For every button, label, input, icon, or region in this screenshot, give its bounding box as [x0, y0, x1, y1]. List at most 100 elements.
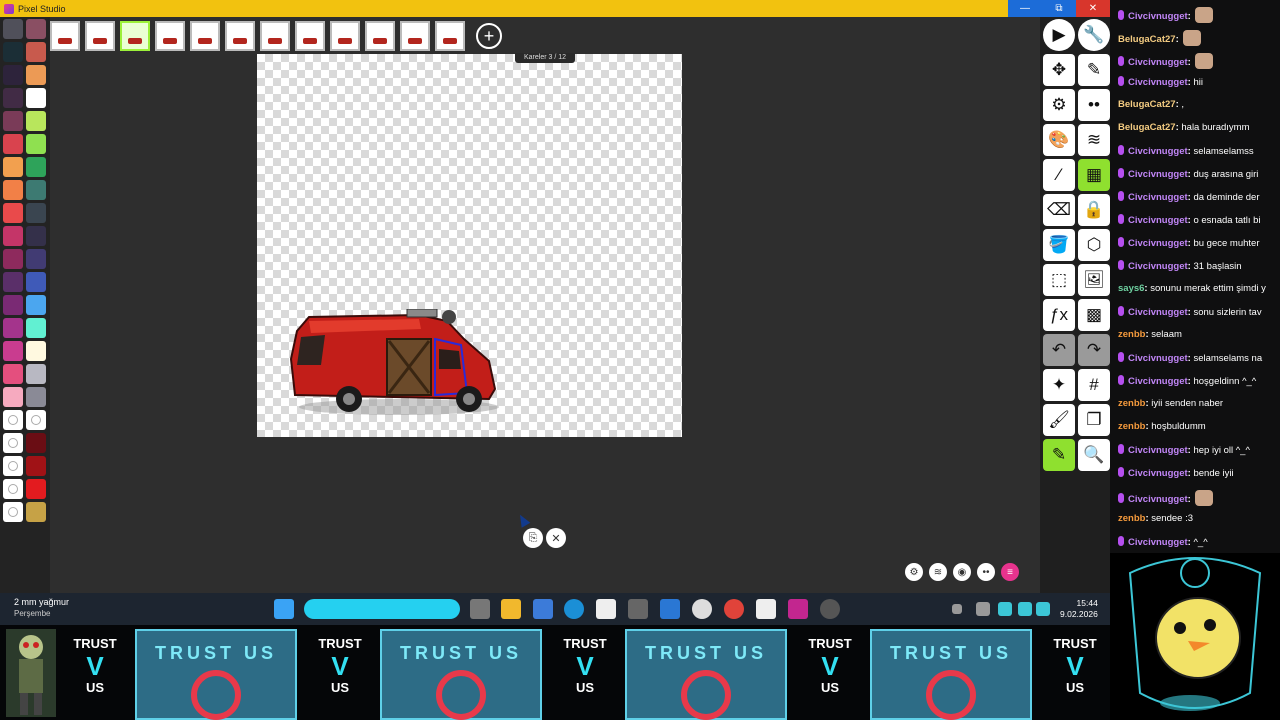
frame-thumbnail[interactable] — [365, 21, 395, 51]
image-icon[interactable]: 🖼 — [1078, 264, 1110, 296]
color-swatch[interactable] — [26, 111, 46, 131]
color-swatch[interactable] — [26, 42, 46, 62]
layers-icon[interactable]: ≋ — [1078, 124, 1110, 156]
color-swatch[interactable] — [3, 111, 23, 131]
color-swatch[interactable] — [26, 203, 46, 223]
notepad-icon[interactable] — [756, 599, 776, 619]
system-clock[interactable]: 15:44 9.02.2026 — [1060, 598, 1098, 620]
color-swatch[interactable] — [3, 387, 23, 407]
color-swatch[interactable] — [26, 157, 46, 177]
file-explorer-icon[interactable] — [501, 599, 521, 619]
chat-username[interactable]: Civcivnugget — [1128, 468, 1188, 479]
chat-username[interactable]: Civcivnugget — [1128, 238, 1188, 249]
film-icon[interactable]: ▦ — [1078, 159, 1110, 191]
frame-thumbnail[interactable] — [435, 21, 465, 51]
color-swatch[interactable] — [26, 387, 46, 407]
color-swatch[interactable] — [26, 180, 46, 200]
chat-username[interactable]: Civcivnugget — [1128, 353, 1188, 364]
visual-studio-icon[interactable] — [660, 599, 680, 619]
empty-swatch[interactable] — [3, 433, 23, 453]
wrench-icon[interactable]: 🔧 — [1078, 19, 1110, 51]
chat-username[interactable]: zenbb — [1118, 329, 1145, 340]
empty-swatch[interactable] — [3, 410, 23, 430]
chat-username[interactable]: BelugaCat27 — [1118, 34, 1176, 45]
eyedropper-icon[interactable]: ⁄ — [1043, 159, 1075, 191]
tray-app-icon[interactable] — [998, 602, 1012, 616]
undo-icon[interactable]: ↶ — [1043, 334, 1075, 366]
color-swatch[interactable] — [3, 272, 23, 292]
settings-small-icon[interactable]: ⚙ — [905, 563, 923, 581]
xbox-icon[interactable] — [692, 599, 712, 619]
layers-small-icon[interactable]: ≋ — [929, 563, 947, 581]
color-swatch[interactable] — [26, 19, 46, 39]
weather-widget[interactable]: 2 mm yağmur Perşembe — [14, 597, 69, 619]
redo-icon[interactable]: ↷ — [1078, 334, 1110, 366]
unity-icon[interactable] — [628, 599, 648, 619]
obs-icon[interactable] — [820, 599, 840, 619]
chat-username[interactable]: Civcivnugget — [1128, 445, 1188, 456]
paste-icon[interactable]: ⎘ — [523, 528, 543, 548]
chat-username[interactable]: Civcivnugget — [1128, 376, 1188, 387]
frame-thumbnail[interactable] — [400, 21, 430, 51]
color-swatch[interactable] — [3, 249, 23, 269]
chat-username[interactable]: BelugaCat27 — [1118, 122, 1176, 133]
more-small-icon[interactable]: •• — [977, 563, 995, 581]
chat-username[interactable]: Civcivnugget — [1128, 307, 1188, 318]
pen-icon[interactable]: ✎ — [1043, 439, 1075, 471]
volume-icon[interactable] — [1018, 602, 1032, 616]
empty-swatch[interactable] — [26, 410, 46, 430]
chat-username[interactable]: Civcivnugget — [1128, 537, 1188, 548]
menu-icon[interactable]: ≡ — [1001, 563, 1019, 581]
chat-username[interactable]: Civcivnugget — [1128, 146, 1188, 157]
color-swatch[interactable] — [3, 226, 23, 246]
eye-icon[interactable]: ◉ — [953, 563, 971, 581]
chat-username[interactable]: Civcivnugget — [1128, 494, 1188, 505]
more-icon[interactable]: •• — [1078, 89, 1110, 121]
bucket-lock-icon[interactable]: 🔒 — [1078, 194, 1110, 226]
windows-start-icon[interactable] — [274, 599, 294, 619]
drawing-canvas[interactable] — [257, 54, 682, 437]
dither-icon[interactable]: ▩ — [1078, 299, 1110, 331]
color-swatch[interactable] — [26, 249, 46, 269]
close-icon[interactable]: ✕ — [546, 528, 566, 548]
grid-icon[interactable]: # — [1078, 369, 1110, 401]
minimize-button[interactable]: — — [1008, 0, 1042, 17]
magic-wand-icon[interactable]: ✦ — [1043, 369, 1075, 401]
chat-username[interactable]: BelugaCat27 — [1118, 99, 1176, 110]
crop-icon[interactable]: ⬚ — [1043, 264, 1075, 296]
color-swatch[interactable] — [26, 226, 46, 246]
tray-chevron-icon[interactable] — [952, 604, 962, 614]
function-icon[interactable]: ƒx — [1043, 299, 1075, 331]
frame-thumbnail[interactable] — [260, 21, 290, 51]
color-swatch[interactable] — [26, 318, 46, 338]
chat-username[interactable]: Civcivnugget — [1128, 11, 1188, 22]
color-swatch[interactable] — [26, 456, 46, 476]
chat-username[interactable]: Civcivnugget — [1128, 57, 1188, 68]
pencil-icon[interactable]: ✎ — [1078, 54, 1110, 86]
task-view-icon[interactable] — [470, 599, 490, 619]
frame-thumbnail[interactable] — [50, 21, 80, 51]
frame-thumbnail[interactable] — [120, 21, 150, 51]
color-swatch[interactable] — [3, 318, 23, 338]
color-swatch[interactable] — [3, 88, 23, 108]
color-swatch[interactable] — [26, 479, 46, 499]
chat-username[interactable]: Civcivnugget — [1128, 261, 1188, 272]
color-swatch[interactable] — [3, 134, 23, 154]
color-swatch[interactable] — [3, 180, 23, 200]
color-swatch[interactable] — [3, 341, 23, 361]
restore-button[interactable]: ⧉ — [1042, 0, 1076, 17]
color-swatch[interactable] — [26, 65, 46, 85]
frame-thumbnail[interactable] — [155, 21, 185, 51]
color-swatch[interactable] — [26, 272, 46, 292]
settings-icon[interactable]: ⚙ — [1043, 89, 1075, 121]
frame-thumbnail[interactable] — [330, 21, 360, 51]
color-swatch[interactable] — [26, 295, 46, 315]
hexagon-icon[interactable]: ⬡ — [1078, 229, 1110, 261]
color-swatch[interactable] — [26, 134, 46, 154]
zoom-icon[interactable]: 🔍 — [1078, 439, 1110, 471]
color-swatch[interactable] — [3, 203, 23, 223]
frame-thumbnail[interactable] — [190, 21, 220, 51]
chrome-icon[interactable] — [724, 599, 744, 619]
battery-icon[interactable] — [1036, 602, 1050, 616]
brush-icon[interactable]: 🖌 — [1043, 404, 1075, 436]
